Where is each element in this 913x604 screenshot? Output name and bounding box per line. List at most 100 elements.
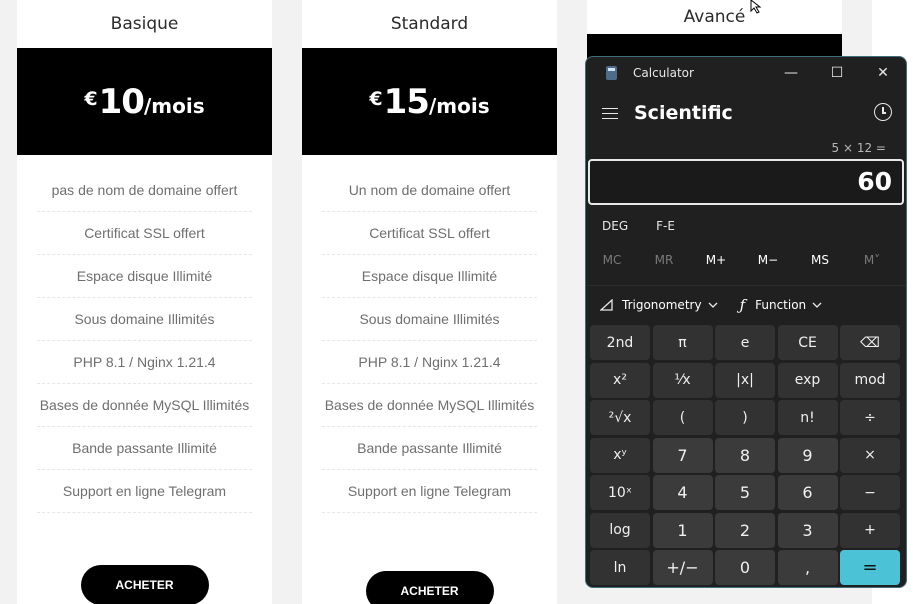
zero-key[interactable]: 0: [715, 550, 775, 585]
feature-item: Bases de donnée MySQL Illimités: [322, 384, 537, 427]
expression-display: 5 × 12 =: [831, 141, 886, 155]
feature-list: pas de nom de domaine offert Certificat …: [37, 169, 252, 513]
memory-store-button[interactable]: MS: [794, 253, 846, 267]
plan-price: € 10 /mois: [17, 48, 272, 155]
fe-toggle[interactable]: F-E: [656, 219, 675, 233]
deg-toggle[interactable]: DEG: [602, 219, 628, 233]
price-period: /mois: [428, 94, 490, 118]
price-currency: €: [369, 88, 383, 110]
negate-key[interactable]: +/−: [652, 550, 713, 585]
result-display: 60: [588, 159, 904, 205]
feature-item: Support en ligne Telegram: [322, 470, 537, 513]
feature-item: Espace disque Illimité: [37, 255, 252, 298]
pricing-card-avance: Avancé: [587, 0, 842, 60]
price-amount: 10: [98, 81, 145, 122]
trigonometry-dropdown[interactable]: Trigonometry: [600, 298, 718, 312]
memory-clear-button[interactable]: MC: [586, 253, 638, 267]
angle-row: DEG F-E: [586, 209, 906, 243]
mode-title: Scientific: [634, 102, 733, 124]
price-period: /mois: [143, 94, 205, 118]
memory-list-button[interactable]: M˅: [846, 253, 898, 267]
feature-item: Sous domaine Illimités: [37, 298, 252, 341]
exp-key[interactable]: exp: [777, 362, 838, 398]
function-dropdown[interactable]: ƒ Function: [740, 296, 823, 314]
memory-add-button[interactable]: M+: [690, 253, 742, 267]
feature-item: Sous domaine Illimités: [322, 298, 537, 341]
memory-row: MC MR M+ M− MS M˅: [586, 243, 906, 277]
feature-item: PHP 8.1 / Nginx 1.21.4: [37, 341, 252, 384]
feature-item: Certificat SSL offert: [322, 212, 537, 255]
two-key[interactable]: 2: [715, 512, 775, 548]
multiply-key[interactable]: ×: [840, 437, 900, 473]
one-key[interactable]: 1: [652, 512, 713, 548]
four-key[interactable]: 4: [652, 475, 713, 510]
plan-title: Basique: [110, 14, 179, 34]
pi-key[interactable]: π: [652, 325, 713, 360]
feature-item: Certificat SSL offert: [37, 212, 252, 255]
price-amount: 15: [383, 81, 430, 122]
title-bar[interactable]: Calculator — ☐ ✕: [586, 57, 906, 89]
backspace-key[interactable]: ⌫: [840, 325, 900, 360]
function-icon: ƒ: [739, 296, 746, 314]
plan-price: € 15 /mois: [302, 48, 557, 155]
chevron-down-icon: [812, 302, 822, 308]
trigonometry-label: Trigonometry: [622, 298, 702, 312]
three-key[interactable]: 3: [777, 512, 838, 548]
eight-key[interactable]: 8: [715, 437, 775, 473]
mod-key[interactable]: mod: [840, 362, 900, 398]
second-key[interactable]: 2nd: [590, 325, 650, 360]
factorial-key[interactable]: n!: [777, 400, 838, 435]
feature-item: Bande passante Illimité: [322, 427, 537, 470]
triangle-icon: [600, 299, 613, 311]
close-paren-key[interactable]: ): [715, 400, 775, 435]
clear-entry-key[interactable]: CE: [777, 325, 838, 360]
six-key[interactable]: 6: [777, 475, 838, 510]
reciprocal-key[interactable]: ¹⁄x: [652, 362, 713, 398]
minus-key[interactable]: −: [840, 475, 900, 510]
history-icon[interactable]: [874, 103, 892, 121]
pricing-card-standard: Standard € 15 /mois Un nom de domaine of…: [302, 0, 557, 604]
maximize-button[interactable]: ☐: [814, 57, 860, 89]
decimal-key[interactable]: ,: [777, 550, 838, 585]
buy-button[interactable]: ACHETER: [365, 571, 494, 604]
ln-key[interactable]: ln: [590, 550, 650, 585]
memory-subtract-button[interactable]: M−: [742, 253, 794, 267]
minimize-button[interactable]: —: [768, 57, 814, 89]
absolute-key[interactable]: |x|: [715, 362, 775, 398]
keypad: 2nd π e CE ⌫ x² ¹⁄x |x| exp mod ²√x() n! ÷ xʸ 7 8 9 × 10ˣ 4…: [590, 325, 900, 585]
feature-item: Espace disque Illimité: [322, 255, 537, 298]
plus-key[interactable]: +: [840, 512, 900, 548]
euler-key[interactable]: e: [715, 325, 775, 360]
feature-item: pas de nom de domaine offert: [37, 169, 252, 212]
memory-recall-button[interactable]: MR: [638, 253, 690, 267]
plan-title: Avancé: [683, 7, 746, 27]
feature-list: Un nom de domaine offert Certificat SSL …: [322, 169, 537, 513]
seven-key[interactable]: 7: [652, 437, 713, 473]
ten-power-key[interactable]: 10ˣ: [590, 475, 650, 510]
calculator-app-icon: [606, 66, 617, 80]
log-key[interactable]: log: [590, 512, 650, 548]
open-paren-key[interactable]: (: [652, 400, 713, 435]
plan-title: Standard: [390, 14, 469, 34]
function-label: Function: [755, 298, 807, 312]
feature-item: Un nom de domaine offert: [322, 169, 537, 212]
mouse-cursor-icon: [750, 0, 762, 14]
function-row: Trigonometry ƒ Function: [586, 286, 906, 324]
feature-item: PHP 8.1 / Nginx 1.21.4: [322, 341, 537, 384]
menu-icon[interactable]: [602, 107, 618, 119]
square-key[interactable]: x²: [590, 362, 650, 398]
equals-key[interactable]: =: [840, 550, 900, 585]
feature-item: Bases de donnée MySQL Illimités: [37, 384, 252, 427]
square-root-key[interactable]: ²√x: [590, 400, 650, 435]
nine-key[interactable]: 9: [777, 437, 838, 473]
app-title: Calculator: [633, 66, 694, 80]
buy-button[interactable]: ACHETER: [80, 565, 209, 604]
power-key[interactable]: xʸ: [590, 437, 650, 473]
five-key[interactable]: 5: [715, 475, 775, 510]
divide-key[interactable]: ÷: [840, 400, 900, 435]
pricing-card-basique: Basique € 10 /mois pas de nom de domaine…: [17, 0, 272, 604]
feature-item: Bande passante Illimité: [37, 427, 252, 470]
feature-item: Support en ligne Telegram: [37, 470, 252, 513]
calculator-window: Calculator — ☐ ✕ Scientific 5 × 12 = 60 …: [585, 56, 907, 588]
close-button[interactable]: ✕: [860, 57, 906, 89]
